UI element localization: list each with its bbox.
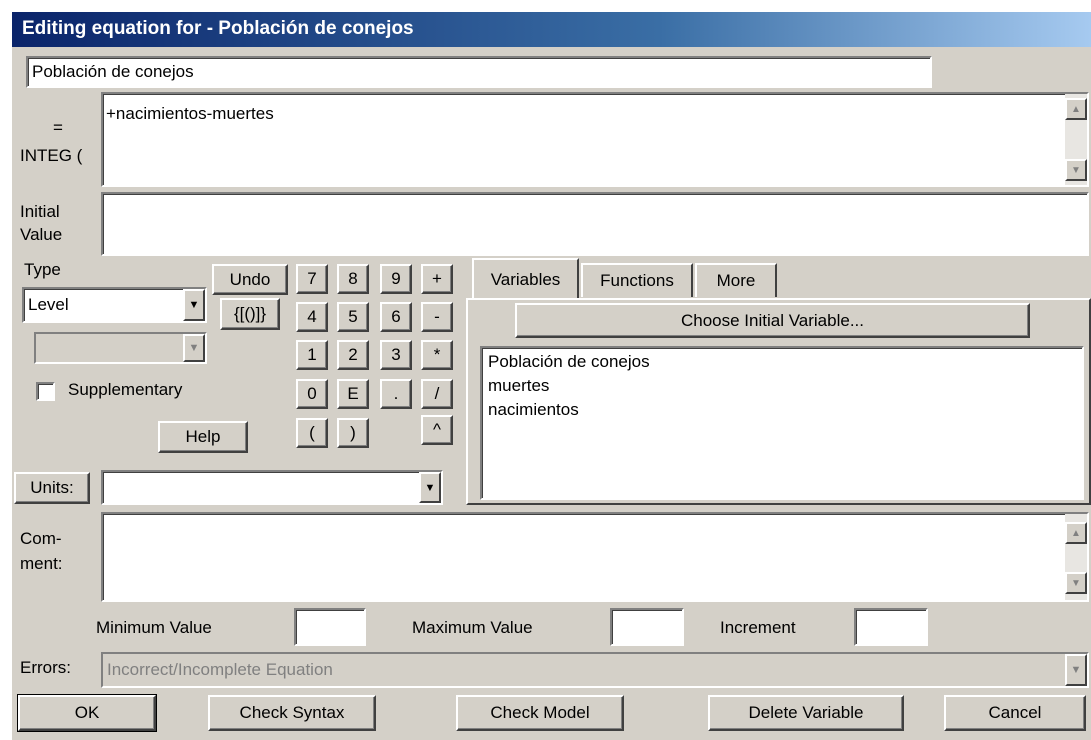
undo-button[interactable]: Undo (212, 264, 288, 295)
key-2[interactable]: 2 (337, 340, 369, 370)
tab-panel: Choose Initial Variable... Población de … (466, 298, 1091, 505)
units-button[interactable]: Units: (14, 472, 90, 504)
key-4[interactable]: 4 (296, 302, 328, 332)
integ-label: INTEG ( (20, 146, 83, 165)
increment-field[interactable] (854, 608, 928, 646)
help-button[interactable]: Help (158, 421, 248, 453)
key-7[interactable]: 7 (296, 264, 328, 294)
type-selected-text: Level (28, 295, 69, 314)
units-select[interactable]: ▼ (101, 470, 443, 505)
increment-label: Increment (720, 618, 796, 637)
initial-value-field[interactable] (101, 192, 1089, 256)
initial-value-label-line2: Value (20, 225, 63, 244)
tab-variables[interactable]: Variables (472, 258, 579, 300)
initial-value-label-line1: Initial (20, 202, 60, 221)
minimum-value-field[interactable] (294, 608, 366, 646)
comment-label-line1: Com- (20, 529, 62, 548)
key-0[interactable]: 0 (296, 379, 328, 409)
window-title: Editing equation for - Población de cone… (22, 18, 414, 39)
key-divide[interactable]: / (421, 379, 453, 409)
errors-text: Incorrect/Incomplete Equation (107, 660, 333, 679)
scroll-down-icon[interactable]: ▼ (1065, 572, 1087, 594)
scroll-up-icon[interactable]: ▲ (1065, 522, 1087, 544)
key-9[interactable]: 9 (380, 264, 412, 294)
key-e[interactable]: E (337, 379, 369, 409)
delete-variable-button[interactable]: Delete Variable (708, 695, 904, 731)
key-5[interactable]: 5 (337, 302, 369, 332)
check-syntax-button[interactable]: Check Syntax (208, 695, 376, 731)
comment-textarea[interactable]: ▲ ▼ (101, 512, 1089, 602)
variable-name-text: Población de conejos (32, 62, 194, 81)
list-item[interactable]: muertes (488, 375, 549, 397)
errors-label: Errors: (20, 658, 71, 677)
ok-button[interactable]: OK (17, 694, 157, 732)
scroll-down-icon[interactable]: ▼ (1065, 159, 1087, 181)
key-multiply[interactable]: * (421, 340, 453, 370)
chevron-down-icon[interactable]: ▼ (419, 472, 441, 503)
key-1[interactable]: 1 (296, 340, 328, 370)
variable-name-field[interactable]: Población de conejos (26, 56, 932, 88)
key-8[interactable]: 8 (337, 264, 369, 294)
equals-label: = (53, 118, 63, 137)
key-close-paren[interactable]: ) (337, 418, 369, 448)
variables-list[interactable]: Población de conejos muertes nacimientos (480, 346, 1084, 500)
equation-editor-window: Editing equation for - Población de cone… (12, 12, 1091, 740)
maximum-value-field[interactable] (610, 608, 684, 646)
equation-text: +nacimientos-muertes (106, 104, 274, 123)
key-plus[interactable]: + (421, 264, 453, 294)
type-select[interactable]: Level ▼ (22, 287, 207, 323)
supplementary-checkbox[interactable] (36, 382, 55, 401)
equation-textarea[interactable]: +nacimientos-muertes ▲ ▼ (101, 92, 1089, 187)
list-item[interactable]: Población de conejos (488, 351, 650, 373)
cancel-button[interactable]: Cancel (944, 695, 1086, 731)
equation-scrollbar[interactable]: ▲ ▼ (1065, 94, 1087, 185)
check-model-button[interactable]: Check Model (456, 695, 624, 731)
key-open-paren[interactable]: ( (296, 418, 328, 448)
key-dot[interactable]: . (380, 379, 412, 409)
key-3[interactable]: 3 (380, 340, 412, 370)
key-6[interactable]: 6 (380, 302, 412, 332)
tab-functions[interactable]: Functions (581, 263, 693, 297)
braces-button[interactable]: {[()]} (220, 298, 280, 330)
list-item[interactable]: nacimientos (488, 399, 579, 421)
chevron-down-icon-disabled: ▼ (1065, 654, 1087, 686)
tab-more[interactable]: More (695, 263, 777, 297)
key-caret[interactable]: ^ (421, 415, 453, 445)
errors-field: Incorrect/Incomplete Equation ▼ (101, 652, 1089, 688)
choose-initial-variable-button[interactable]: Choose Initial Variable... (515, 303, 1030, 338)
comment-label-line2: ment: (20, 554, 63, 573)
type-label: Type (24, 260, 61, 279)
chevron-down-icon[interactable]: ▼ (183, 289, 205, 321)
maximum-value-label: Maximum Value (412, 618, 533, 637)
supplementary-label: Supplementary (68, 380, 183, 399)
minimum-value-label: Minimum Value (96, 618, 212, 637)
key-minus[interactable]: - (421, 302, 453, 332)
type-subselect-disabled: ▼ (34, 332, 207, 364)
comment-scrollbar[interactable]: ▲ ▼ (1065, 514, 1087, 600)
title-bar[interactable]: Editing equation for - Población de cone… (12, 12, 1091, 47)
scroll-up-icon[interactable]: ▲ (1065, 98, 1087, 120)
chevron-down-icon-disabled: ▼ (183, 334, 205, 362)
